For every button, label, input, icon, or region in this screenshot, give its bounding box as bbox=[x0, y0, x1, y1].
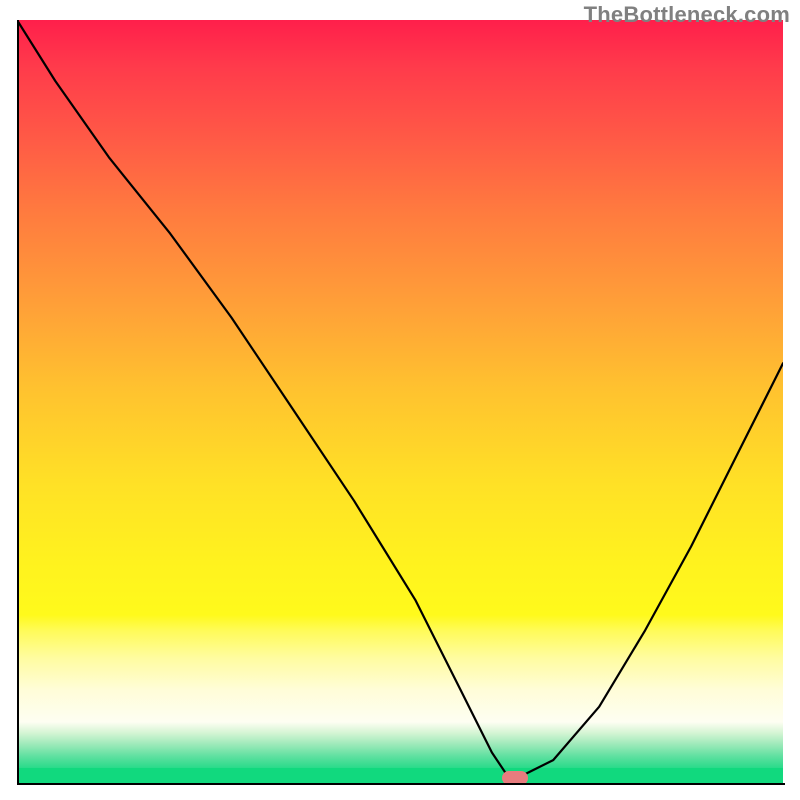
bottleneck-chart: TheBottleneck.com bbox=[0, 0, 800, 800]
curve-path bbox=[17, 20, 783, 775]
optimal-marker bbox=[502, 771, 528, 783]
x-axis-line bbox=[17, 783, 785, 785]
bottleneck-curve bbox=[17, 20, 783, 783]
y-axis-line bbox=[17, 20, 19, 785]
plot-area bbox=[17, 20, 783, 783]
